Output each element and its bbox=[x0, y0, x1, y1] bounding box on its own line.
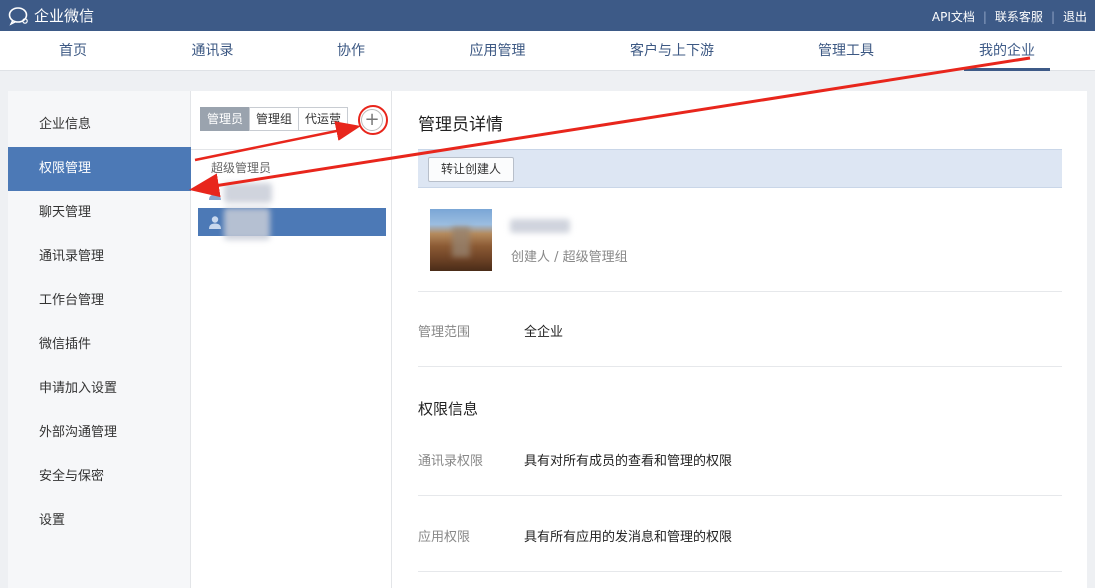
avatar bbox=[430, 209, 492, 271]
divider bbox=[418, 366, 1062, 367]
admin-list-item[interactable] bbox=[198, 179, 386, 207]
blurred-admin-name bbox=[510, 219, 570, 233]
sidebar-item-enterprise-info[interactable]: 企业信息 bbox=[8, 103, 191, 147]
nav-contacts[interactable]: 通讯录 bbox=[175, 31, 250, 71]
sidebar-item-settings[interactable]: 设置 bbox=[8, 499, 191, 543]
nav-my-enterprise[interactable]: 我的企业 bbox=[964, 31, 1050, 71]
main-panel: 企业信息 权限管理 聊天管理 通讯录管理 工作台管理 微信插件 申请加入设置 外… bbox=[8, 91, 1087, 588]
divider bbox=[418, 571, 1062, 572]
sidebar-item-chat-management[interactable]: 聊天管理 bbox=[8, 191, 191, 235]
sidebar-item-workbench-management[interactable]: 工作台管理 bbox=[8, 279, 191, 323]
blurred-name bbox=[224, 208, 270, 240]
divider bbox=[418, 495, 1062, 496]
blurred-name bbox=[224, 183, 272, 203]
nav-app-management[interactable]: 应用管理 bbox=[455, 31, 540, 71]
admin-role: 创建人 / 超级管理组 bbox=[511, 250, 628, 265]
tab-admin-groups[interactable]: 管理组 bbox=[249, 107, 300, 131]
sidebar-item-security[interactable]: 安全与保密 bbox=[8, 455, 191, 499]
nav-customers-partners[interactable]: 客户与上下游 bbox=[622, 31, 722, 71]
scope-value: 全企业 bbox=[524, 325, 564, 340]
scope-label: 管理范围 bbox=[418, 325, 471, 340]
nav-home[interactable]: 首页 bbox=[38, 31, 108, 71]
contact-support-link[interactable]: 联系客服 bbox=[995, 8, 1043, 25]
divider bbox=[418, 291, 1062, 292]
main-nav: 首页 通讯录 协作 应用管理 客户与上下游 管理工具 我的企业 bbox=[0, 31, 1095, 71]
user-icon bbox=[209, 216, 221, 229]
admin-list-item-selected[interactable] bbox=[198, 208, 386, 240]
top-bar: 企业微信 API文档 | 联系客服 | 退出 bbox=[0, 0, 1095, 31]
logout-link[interactable]: 退出 bbox=[1063, 8, 1087, 25]
sidebar: 企业信息 权限管理 聊天管理 通讯录管理 工作台管理 微信插件 申请加入设置 外… bbox=[8, 91, 191, 588]
top-links: API文档 | 联系客服 | 退出 bbox=[932, 8, 1087, 25]
sidebar-item-permissions[interactable]: 权限管理 bbox=[8, 147, 191, 191]
admin-detail: 管理员详情 转让创建人 创建人 / 超级管理组 管理范围 全企业 权限信息 通讯… bbox=[418, 91, 1063, 588]
contacts-permission-value: 具有对所有成员的查看和管理的权限 bbox=[524, 454, 733, 469]
add-admin-button[interactable]: + bbox=[361, 109, 383, 131]
contacts-permission-label: 通讯录权限 bbox=[418, 454, 484, 469]
nav-collaboration[interactable]: 协作 bbox=[316, 31, 386, 71]
nav-management-tools[interactable]: 管理工具 bbox=[805, 31, 887, 71]
admin-tabs: 管理员 管理组 代运营 bbox=[200, 107, 349, 131]
brand-logo[interactable]: 企业微信 bbox=[8, 5, 94, 26]
brand-name: 企业微信 bbox=[34, 7, 95, 25]
sidebar-item-contacts-management[interactable]: 通讯录管理 bbox=[8, 235, 191, 279]
divider bbox=[191, 149, 391, 150]
app-permission-label: 应用权限 bbox=[418, 530, 471, 545]
sidebar-item-wechat-plugin[interactable]: 微信插件 bbox=[8, 323, 191, 367]
api-docs-link[interactable]: API文档 bbox=[932, 8, 975, 25]
separator: | bbox=[982, 9, 987, 24]
admin-list-column: 管理员 管理组 代运营 + 超级管理员 bbox=[191, 91, 392, 588]
super-admin-group-title: 超级管理员 bbox=[211, 161, 272, 175]
app-permission-value: 具有所有应用的发消息和管理的权限 bbox=[524, 530, 733, 545]
tab-operators[interactable]: 代运营 bbox=[298, 107, 349, 131]
wecom-logo-icon bbox=[8, 6, 28, 26]
page-title: 管理员详情 bbox=[418, 115, 503, 135]
sidebar-item-join-settings[interactable]: 申请加入设置 bbox=[8, 367, 191, 411]
tab-admins[interactable]: 管理员 bbox=[200, 107, 251, 131]
user-icon bbox=[209, 187, 221, 200]
detail-action-bar: 转让创建人 bbox=[418, 149, 1062, 188]
separator: | bbox=[1050, 9, 1055, 24]
permissions-section-title: 权限信息 bbox=[418, 400, 479, 418]
sidebar-item-external-communication[interactable]: 外部沟通管理 bbox=[8, 411, 191, 455]
transfer-creator-button[interactable]: 转让创建人 bbox=[428, 157, 515, 182]
